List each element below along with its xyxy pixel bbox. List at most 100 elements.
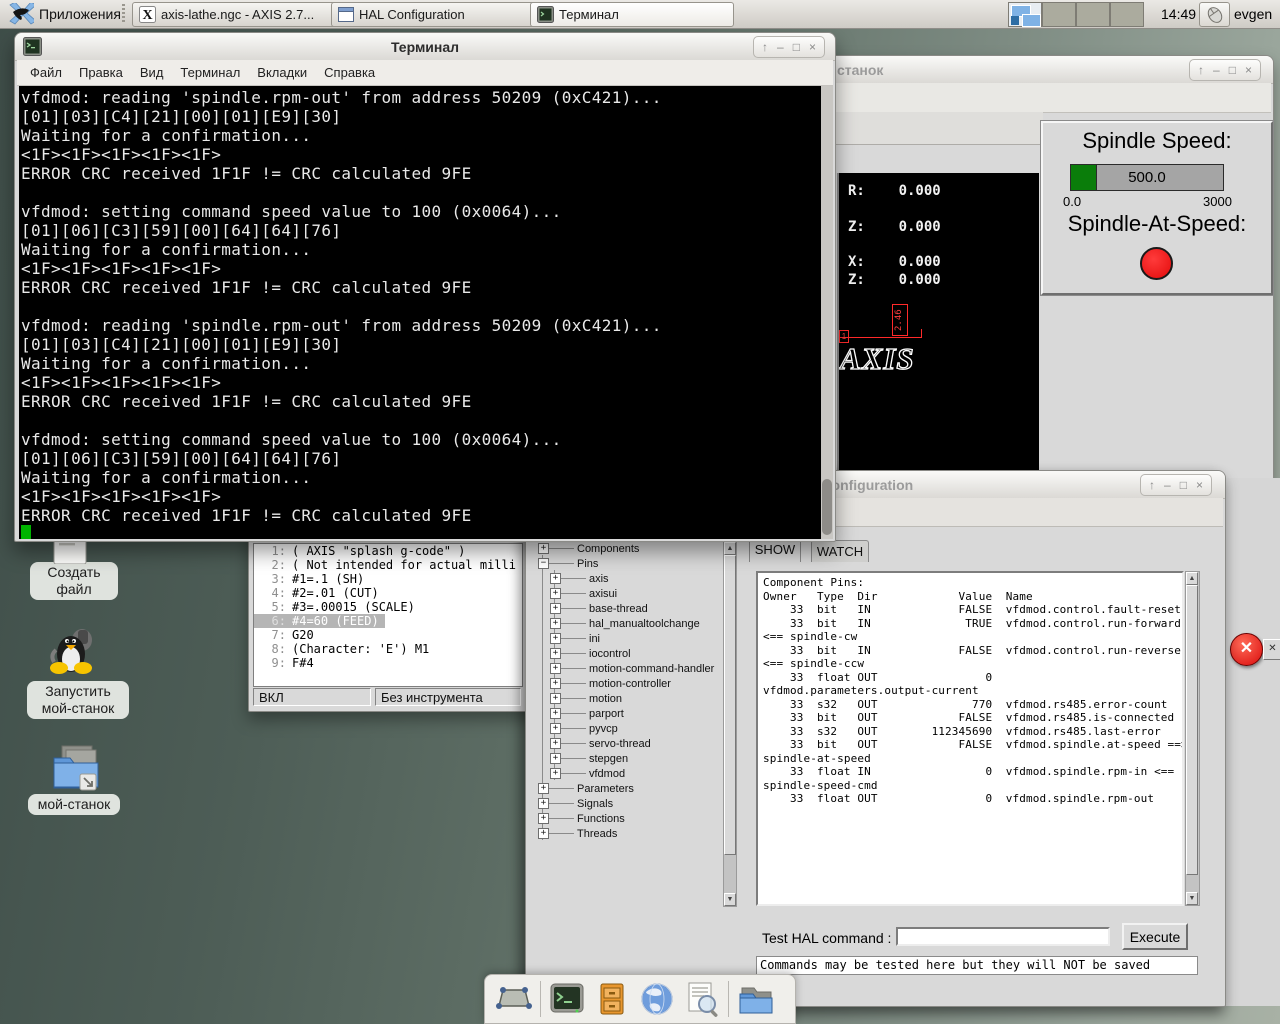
maximize-button[interactable]: □ (1180, 475, 1187, 495)
maximize-button[interactable]: □ (1229, 60, 1236, 80)
shade-button[interactable]: ↑ (762, 37, 768, 57)
applications-menu[interactable]: Приложения (4, 1, 125, 27)
tree-item-vfdmod[interactable]: + vfdmod (532, 766, 724, 781)
menu-item[interactable]: Терминал (180, 65, 240, 80)
expand-icon[interactable]: + (550, 618, 561, 629)
terminal-launcher-icon[interactable] (548, 980, 586, 1018)
desktop-icon-label[interactable]: Запустить мой-станок (27, 681, 129, 719)
mouse-settings-button[interactable] (1199, 2, 1230, 27)
web-browser-globe-icon[interactable] (638, 980, 676, 1018)
close-button[interactable]: × (1245, 60, 1252, 80)
tree-item-Pins[interactable]: − Pins (532, 556, 724, 571)
tree-item-Components[interactable]: + Components (532, 541, 724, 556)
tree-item-label[interactable]: motion (586, 693, 622, 705)
menu-item[interactable]: Файл (30, 65, 62, 80)
desktop-icon-machine-folder[interactable] (50, 744, 100, 799)
gcode-line[interactable]: 9: F#4 (254, 656, 522, 670)
scroll-up-arrow[interactable]: ▲ (1186, 572, 1198, 585)
tree-item-label[interactable]: axisui (586, 588, 617, 600)
panel-grip[interactable] (122, 4, 125, 24)
expand-icon[interactable]: + (538, 783, 549, 794)
tree-item-axis[interactable]: + axis (532, 571, 724, 586)
tree-item-label[interactable]: pyvcp (586, 723, 618, 735)
file-search-icon[interactable] (683, 980, 721, 1018)
menu-item[interactable]: Вкладки (257, 65, 307, 80)
tree-item-label[interactable]: Threads (574, 828, 617, 840)
minimize-button[interactable]: – (1164, 475, 1171, 495)
tree-item-label[interactable]: Pins (574, 558, 598, 570)
gcode-line[interactable]: 1: ( AXIS "splash g-code" ) (254, 544, 522, 558)
tree-item-label[interactable]: vfdmod (586, 768, 625, 780)
tree-item-label[interactable]: servo-thread (586, 738, 651, 750)
close-button[interactable]: × (1196, 475, 1203, 495)
tree-item-label[interactable]: Components (574, 543, 639, 555)
collapse-icon[interactable]: − (538, 558, 549, 569)
pins-output[interactable]: Component Pins: Owner Type Dir Value Name… (756, 571, 1184, 906)
maximize-button[interactable]: □ (793, 37, 800, 57)
gcode-line[interactable]: 6: #4=60 (FEED) (254, 614, 385, 628)
terminal-scrollbar[interactable] (821, 86, 833, 539)
expand-icon[interactable]: + (538, 543, 549, 554)
workspace-3[interactable] (1076, 2, 1110, 27)
scroll-up-arrow[interactable]: ▲ (724, 542, 736, 555)
tree-item-label[interactable]: hal_manualtoolchange (586, 618, 700, 630)
test-hal-command-input[interactable] (896, 927, 1110, 946)
tree-item-label[interactable]: ini (586, 633, 600, 645)
tree-item-hal_manualtoolchange[interactable]: + hal_manualtoolchange (532, 616, 724, 631)
clock[interactable]: 14:49 (1161, 6, 1196, 22)
tree-item-motion[interactable]: + motion (532, 691, 724, 706)
shade-button[interactable]: ↑ (1149, 475, 1155, 495)
gcode-line[interactable]: 4: #2=.01 (CUT) (254, 586, 522, 600)
expand-icon[interactable]: + (550, 738, 561, 749)
workspace-1[interactable] (1008, 2, 1042, 27)
tree-item-label[interactable]: parport (586, 708, 624, 720)
expand-icon[interactable]: + (550, 768, 561, 779)
expand-icon[interactable]: + (550, 648, 561, 659)
tree-item-stepgen[interactable]: + stepgen (532, 751, 724, 766)
execute-button[interactable]: Execute (1122, 923, 1188, 950)
expand-icon[interactable]: + (550, 753, 561, 764)
tree-item-motion-controller[interactable]: + motion-controller (532, 676, 724, 691)
expand-icon[interactable]: + (538, 813, 549, 824)
desktop-icon-run-machine[interactable] (44, 624, 100, 685)
pins-scrollbar[interactable]: ▲ ▼ (1185, 571, 1200, 906)
menu-item[interactable]: Правка (79, 65, 123, 80)
tree-item-pyvcp[interactable]: + pyvcp (532, 721, 724, 736)
tree-item-parport[interactable]: + parport (532, 706, 724, 721)
expand-icon[interactable]: + (538, 828, 549, 839)
taskbar-button-axis[interactable]: X axis-lathe.ngc - AXIS 2.7... (132, 2, 342, 27)
scroll-down-arrow[interactable]: ▼ (724, 893, 736, 906)
expand-icon[interactable]: + (550, 723, 561, 734)
tree-item-label[interactable]: motion-command-handler (586, 663, 714, 675)
tree-item-Functions[interactable]: + Functions (532, 811, 724, 826)
scroll-thumb[interactable] (822, 479, 832, 535)
tree-item-Signals[interactable]: + Signals (532, 796, 724, 811)
minimize-button[interactable]: – (777, 37, 784, 57)
gcode-listing[interactable]: 1: ( AXIS "splash g-code" ) 2: ( Not intend… (253, 543, 523, 687)
expand-icon[interactable]: + (550, 633, 561, 644)
tree-item-servo-thread[interactable]: + servo-thread (532, 736, 724, 751)
gcode-line[interactable]: 7: G20 (254, 628, 522, 642)
gcode-line[interactable]: 3: #1=.1 (SH) (254, 572, 522, 586)
tree-item-iocontrol[interactable]: + iocontrol (532, 646, 724, 661)
expand-icon[interactable]: + (550, 588, 561, 599)
error-close-button[interactable]: ✕ (1263, 639, 1280, 660)
tree-scrollbar[interactable]: ▲ ▼ (723, 541, 737, 907)
taskbar-button-terminal[interactable]: Терминал (530, 2, 734, 27)
tree-item-label[interactable]: Functions (574, 813, 625, 825)
gcode-line[interactable]: 8: (Character: 'E') M1 (254, 642, 522, 656)
expand-icon[interactable]: + (550, 603, 561, 614)
gcode-line[interactable]: 5: #3=.00015 (SCALE) (254, 600, 522, 614)
show-desktop-icon[interactable] (495, 980, 533, 1018)
workspace-2[interactable] (1042, 2, 1076, 27)
minimize-button[interactable]: – (1213, 60, 1220, 80)
expand-icon[interactable]: + (550, 678, 561, 689)
tree-item-base-thread[interactable]: + base-thread (532, 601, 724, 616)
expand-icon[interactable]: + (550, 663, 561, 674)
expand-icon[interactable]: + (538, 798, 549, 809)
tree-item-label[interactable]: stepgen (586, 753, 628, 765)
shade-button[interactable]: ↑ (1198, 60, 1204, 80)
menu-item[interactable]: Справка (324, 65, 375, 80)
scroll-down-arrow[interactable]: ▼ (1186, 892, 1198, 905)
tree-item-label[interactable]: iocontrol (586, 648, 631, 660)
